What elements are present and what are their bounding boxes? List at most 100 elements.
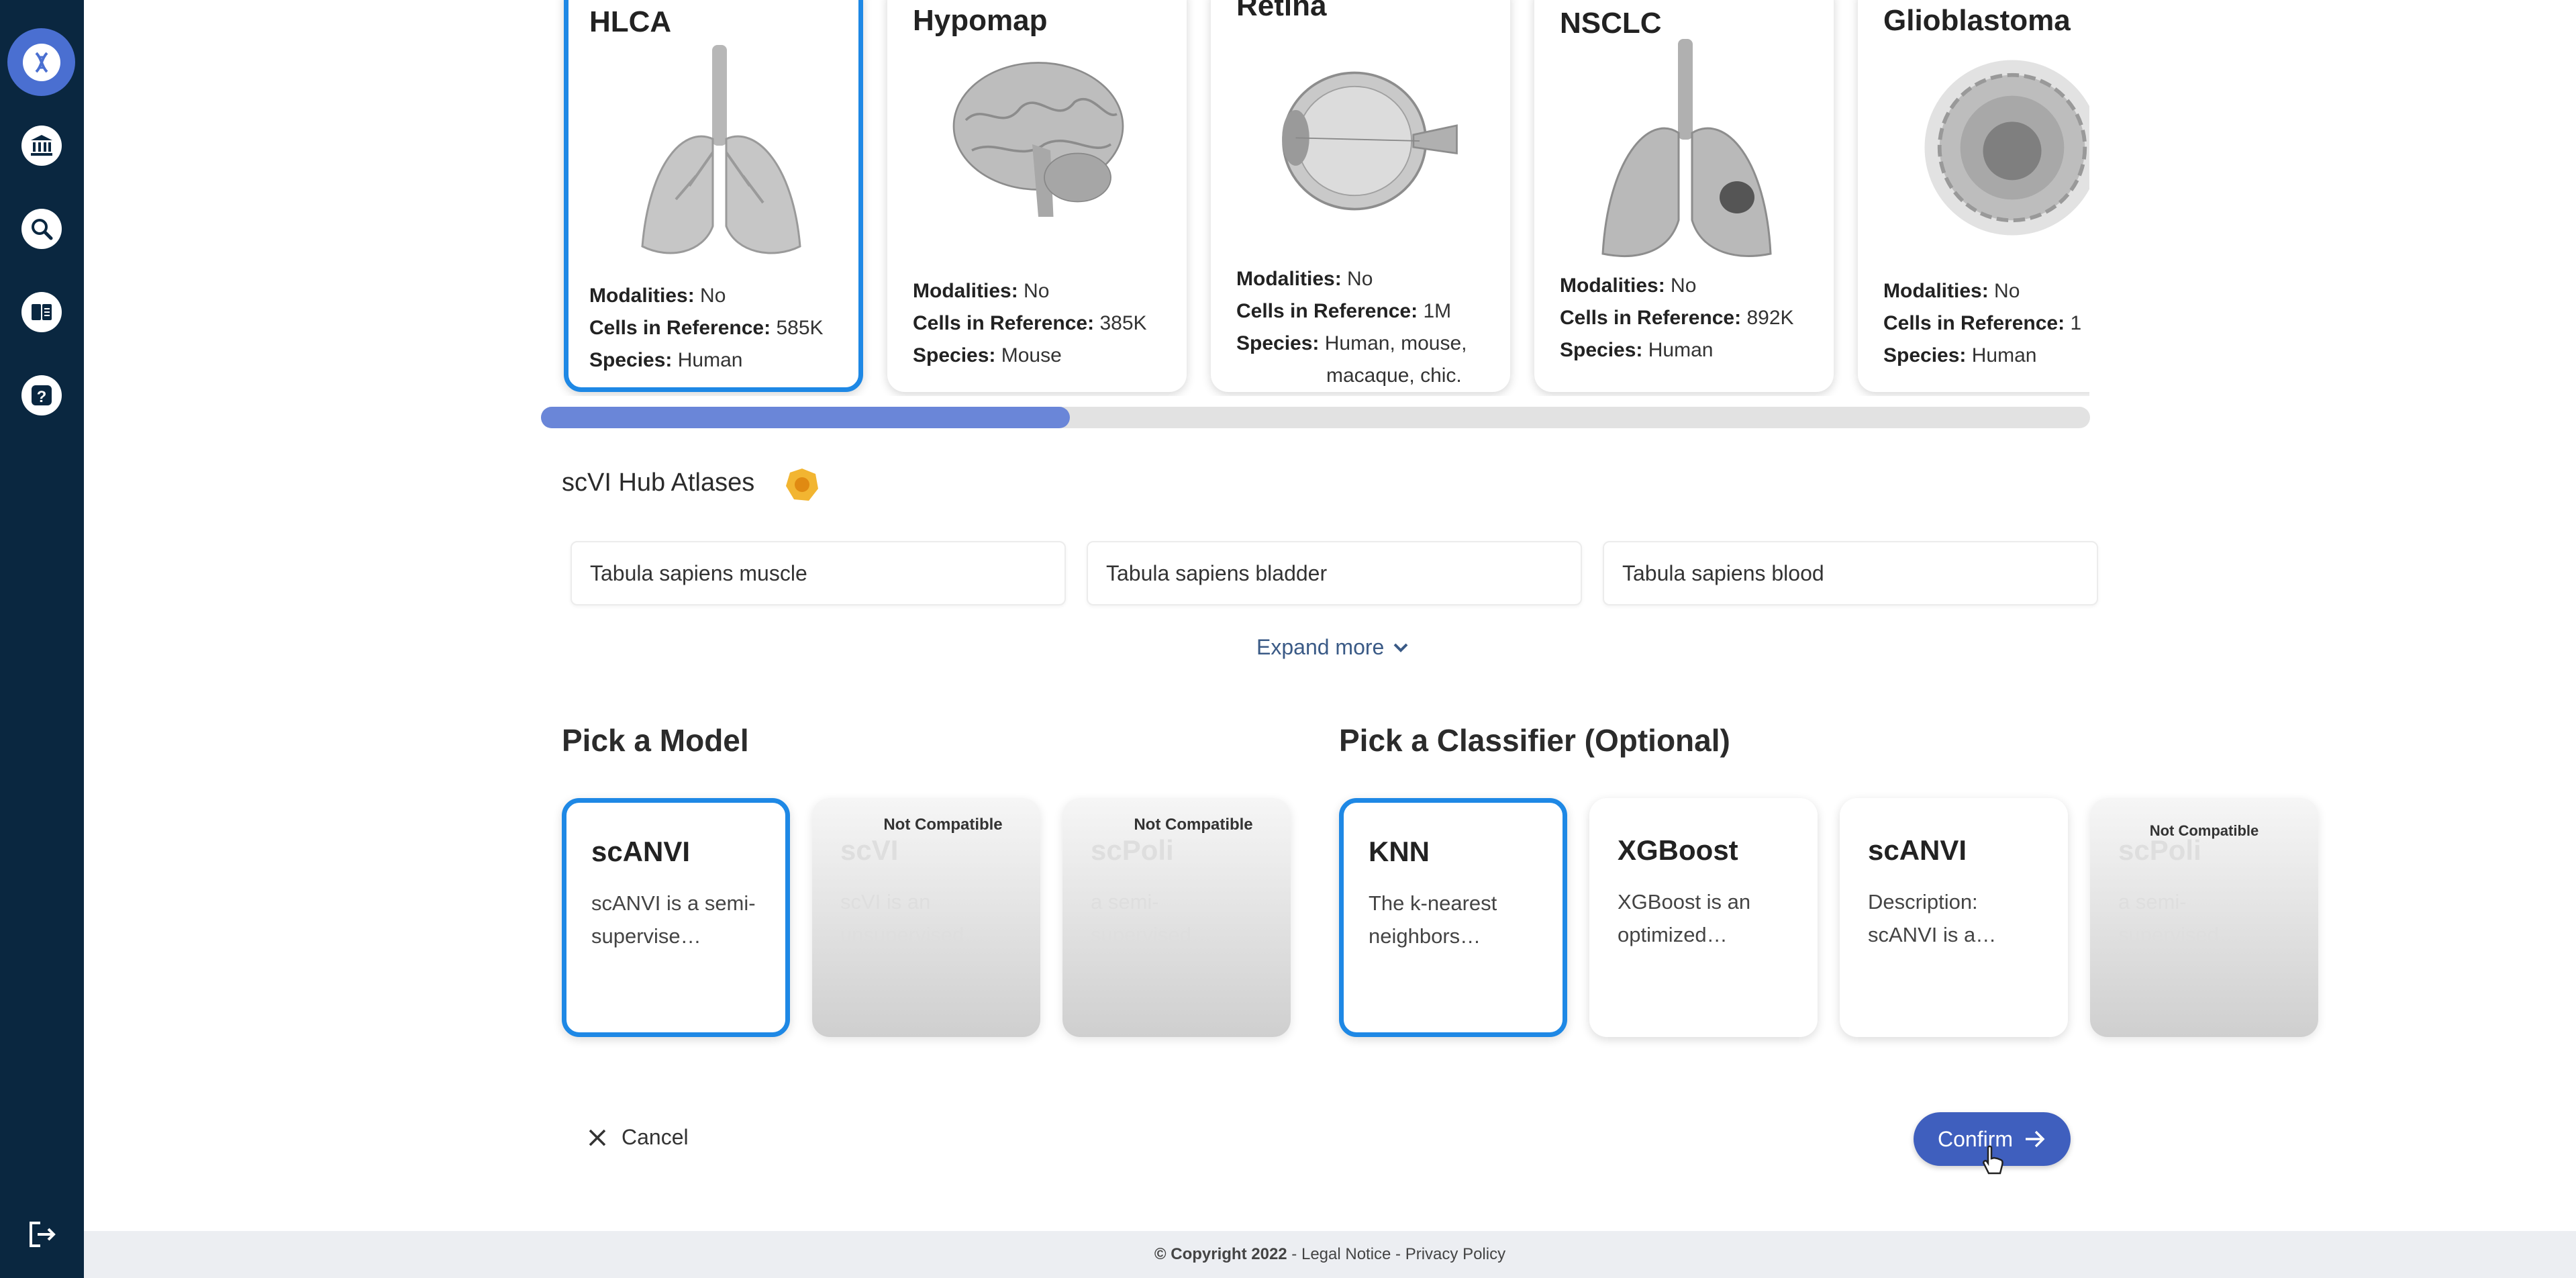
classifier-card-scpoli: Not Compatible scPoli a semi-supervised… <box>2090 798 2318 1037</box>
classifier-name: XGBoost <box>1618 834 1738 866</box>
sidebar-item-bank[interactable] <box>7 111 75 179</box>
lungs-image <box>641 45 801 254</box>
atlas-card-retina[interactable]: Retina Modalities: No Cells in Reference… <box>1211 0 1510 392</box>
atlas-card-hlca[interactable]: HLCA Modalities: No Cells in Reference: … <box>564 0 863 392</box>
cells-label: Cells in Reference: <box>1560 307 1742 329</box>
cells-value: 1M <box>1423 300 1452 322</box>
species-label: Species: <box>1560 339 1643 361</box>
bank-icon <box>21 125 62 166</box>
scvi-hub-icon <box>786 469 818 501</box>
species-label: Species: <box>913 344 996 366</box>
svg-text:?: ? <box>36 388 46 406</box>
species-value: Mouse <box>1001 344 1062 366</box>
cells-label: Cells in Reference: <box>1236 300 1418 322</box>
help-icon: ? <box>21 375 62 415</box>
classifier-name: KNN <box>1369 836 1430 867</box>
logout-icon[interactable] <box>24 1216 60 1252</box>
classifier-card-scanvi[interactable]: scANVI Description: scANVI is a… <box>1840 798 2068 1037</box>
tumor-image <box>1924 60 2089 236</box>
expand-more-button[interactable]: Expand more <box>1256 635 1409 660</box>
model-card-scanvi[interactable]: scANVI scANVI is a semi-supervise… <box>562 798 790 1037</box>
modalities-label: Modalities: <box>1883 280 1989 302</box>
hub-item[interactable]: Tabula sapiens blood <box>1603 541 2098 605</box>
cells-value: 1 <box>2070 312 2082 334</box>
expand-more-label: Expand more <box>1256 635 1385 659</box>
modalities-value: No <box>700 285 726 307</box>
hub-item-label: Tabula sapiens muscle <box>590 561 807 585</box>
footer: © Copyright 2022 - Legal Notice - Privac… <box>84 1231 2576 1278</box>
model-name: scANVI <box>591 836 691 867</box>
atlas-title: Glioblastoma <box>1883 4 2071 37</box>
atlas-title: HLCA <box>589 5 672 38</box>
model-card-scpoli: Not Compatible scPoli a semi-supervised… <box>1062 798 1291 1037</box>
classifier-desc: XGBoost is an optimized… <box>1618 890 1751 946</box>
classifier-desc: Description: scANVI is a… <box>1868 890 1997 946</box>
privacy-policy-link[interactable]: Privacy Policy <box>1405 1245 1505 1264</box>
classifier-card-xgboost[interactable]: XGBoost XGBoost is an optimized… <box>1589 798 1818 1037</box>
modalities-value: No <box>1347 268 1373 290</box>
brain-image <box>952 62 1124 217</box>
atlas-title: Hypomap <box>913 4 1048 37</box>
cells-label: Cells in Reference: <box>913 312 1095 334</box>
atlas-title: NSCLC <box>1560 7 1662 40</box>
classifier-name: scANVI <box>1868 834 1967 866</box>
hub-item[interactable]: Tabula sapiens bladder <box>1087 541 1582 605</box>
search-icon <box>21 208 62 249</box>
model-desc: a semi-supervised… <box>1091 890 1212 946</box>
footer-separator: - <box>1287 1245 1301 1263</box>
model-desc: scVI is an unsupervised… <box>840 890 985 946</box>
not-compatible-badge: Not Compatible <box>883 816 1003 834</box>
species-label: Species: <box>1883 344 1967 366</box>
species-value-cont: macaque, chic. <box>1326 364 1462 387</box>
arrow-right-icon <box>2026 1130 2045 1148</box>
cancel-label: Cancel <box>622 1125 689 1149</box>
chevron-down-icon <box>1393 643 1408 652</box>
cells-value: 585K <box>776 317 824 339</box>
modalities-value: No <box>1994 280 2020 302</box>
atlas-card-glioblastoma[interactable]: Glioblastoma Modalities: No Cells in Ref… <box>1858 0 2089 392</box>
hub-title: scVI Hub Atlases <box>562 469 755 497</box>
atlas-card-hypomap[interactable]: Hypomap Modalities: No Cells in Referenc… <box>887 0 1187 392</box>
sidebar: ? <box>0 0 84 1278</box>
classifier-name: scPoli <box>2118 834 2201 866</box>
modalities-label: Modalities: <box>589 285 695 307</box>
classifier-card-knn[interactable]: KNN The k-nearest neighbors… <box>1339 798 1567 1037</box>
carousel-scrollbar[interactable] <box>541 407 2090 428</box>
species-label: Species: <box>1236 332 1320 354</box>
atlas-card-nsclc[interactable]: NSCLC Modalities: No Cells in Reference:… <box>1534 0 1834 392</box>
atlas-meta: Modalities: No Cells in Reference: 1M Sp… <box>1236 263 1467 392</box>
sidebar-item-search[interactable] <box>7 195 75 262</box>
atlas-meta: Modalities: No Cells in Reference: 1 Spe… <box>1883 275 2081 372</box>
not-compatible-badge: Not Compatible <box>1134 816 1253 834</box>
sidebar-item-book[interactable] <box>7 278 75 346</box>
modalities-label: Modalities: <box>1560 275 1665 297</box>
carousel-scrollbar-thumb[interactable] <box>541 407 1070 428</box>
hub-item-label: Tabula sapiens blood <box>1622 561 1824 585</box>
atlas-meta: Modalities: No Cells in Reference: 892K … <box>1560 270 1794 366</box>
modalities-label: Modalities: <box>1236 268 1342 290</box>
pick-classifier-title: Pick a Classifier (Optional) <box>1339 723 1730 758</box>
hub-item[interactable]: Tabula sapiens muscle <box>571 541 1066 605</box>
lungs-tumor-image <box>1601 39 1772 257</box>
modalities-label: Modalities: <box>913 280 1018 302</box>
cancel-button[interactable]: Cancel <box>588 1125 689 1150</box>
eye-image <box>1282 71 1458 211</box>
sidebar-item-help[interactable]: ? <box>7 361 75 429</box>
atlas-carousel: HLCA Modalities: No Cells in Reference: … <box>549 0 2089 396</box>
species-value: Human <box>1648 339 1714 361</box>
classifier-desc: a semi-supervised… <box>2118 890 2240 946</box>
hub-item-label: Tabula sapiens bladder <box>1106 561 1328 585</box>
legal-notice-link[interactable]: Legal Notice <box>1301 1245 1391 1264</box>
cells-value: 892K <box>1746 307 1794 329</box>
model-card-scvi: Not Compatible scVI scVI is an unsupervi… <box>812 798 1040 1037</box>
species-value: Human, mouse, <box>1324 332 1467 354</box>
pick-model-title: Pick a Model <box>562 723 749 758</box>
sidebar-item-dna[interactable] <box>7 28 75 96</box>
footer-separator: - <box>1391 1245 1405 1263</box>
close-icon <box>589 1129 606 1146</box>
species-value: Human <box>1971 344 2037 366</box>
model-name: scVI <box>840 834 899 866</box>
model-name: scPoli <box>1091 834 1174 866</box>
model-desc: scANVI is a semi-supervise… <box>591 891 756 948</box>
species-label: Species: <box>589 349 673 371</box>
